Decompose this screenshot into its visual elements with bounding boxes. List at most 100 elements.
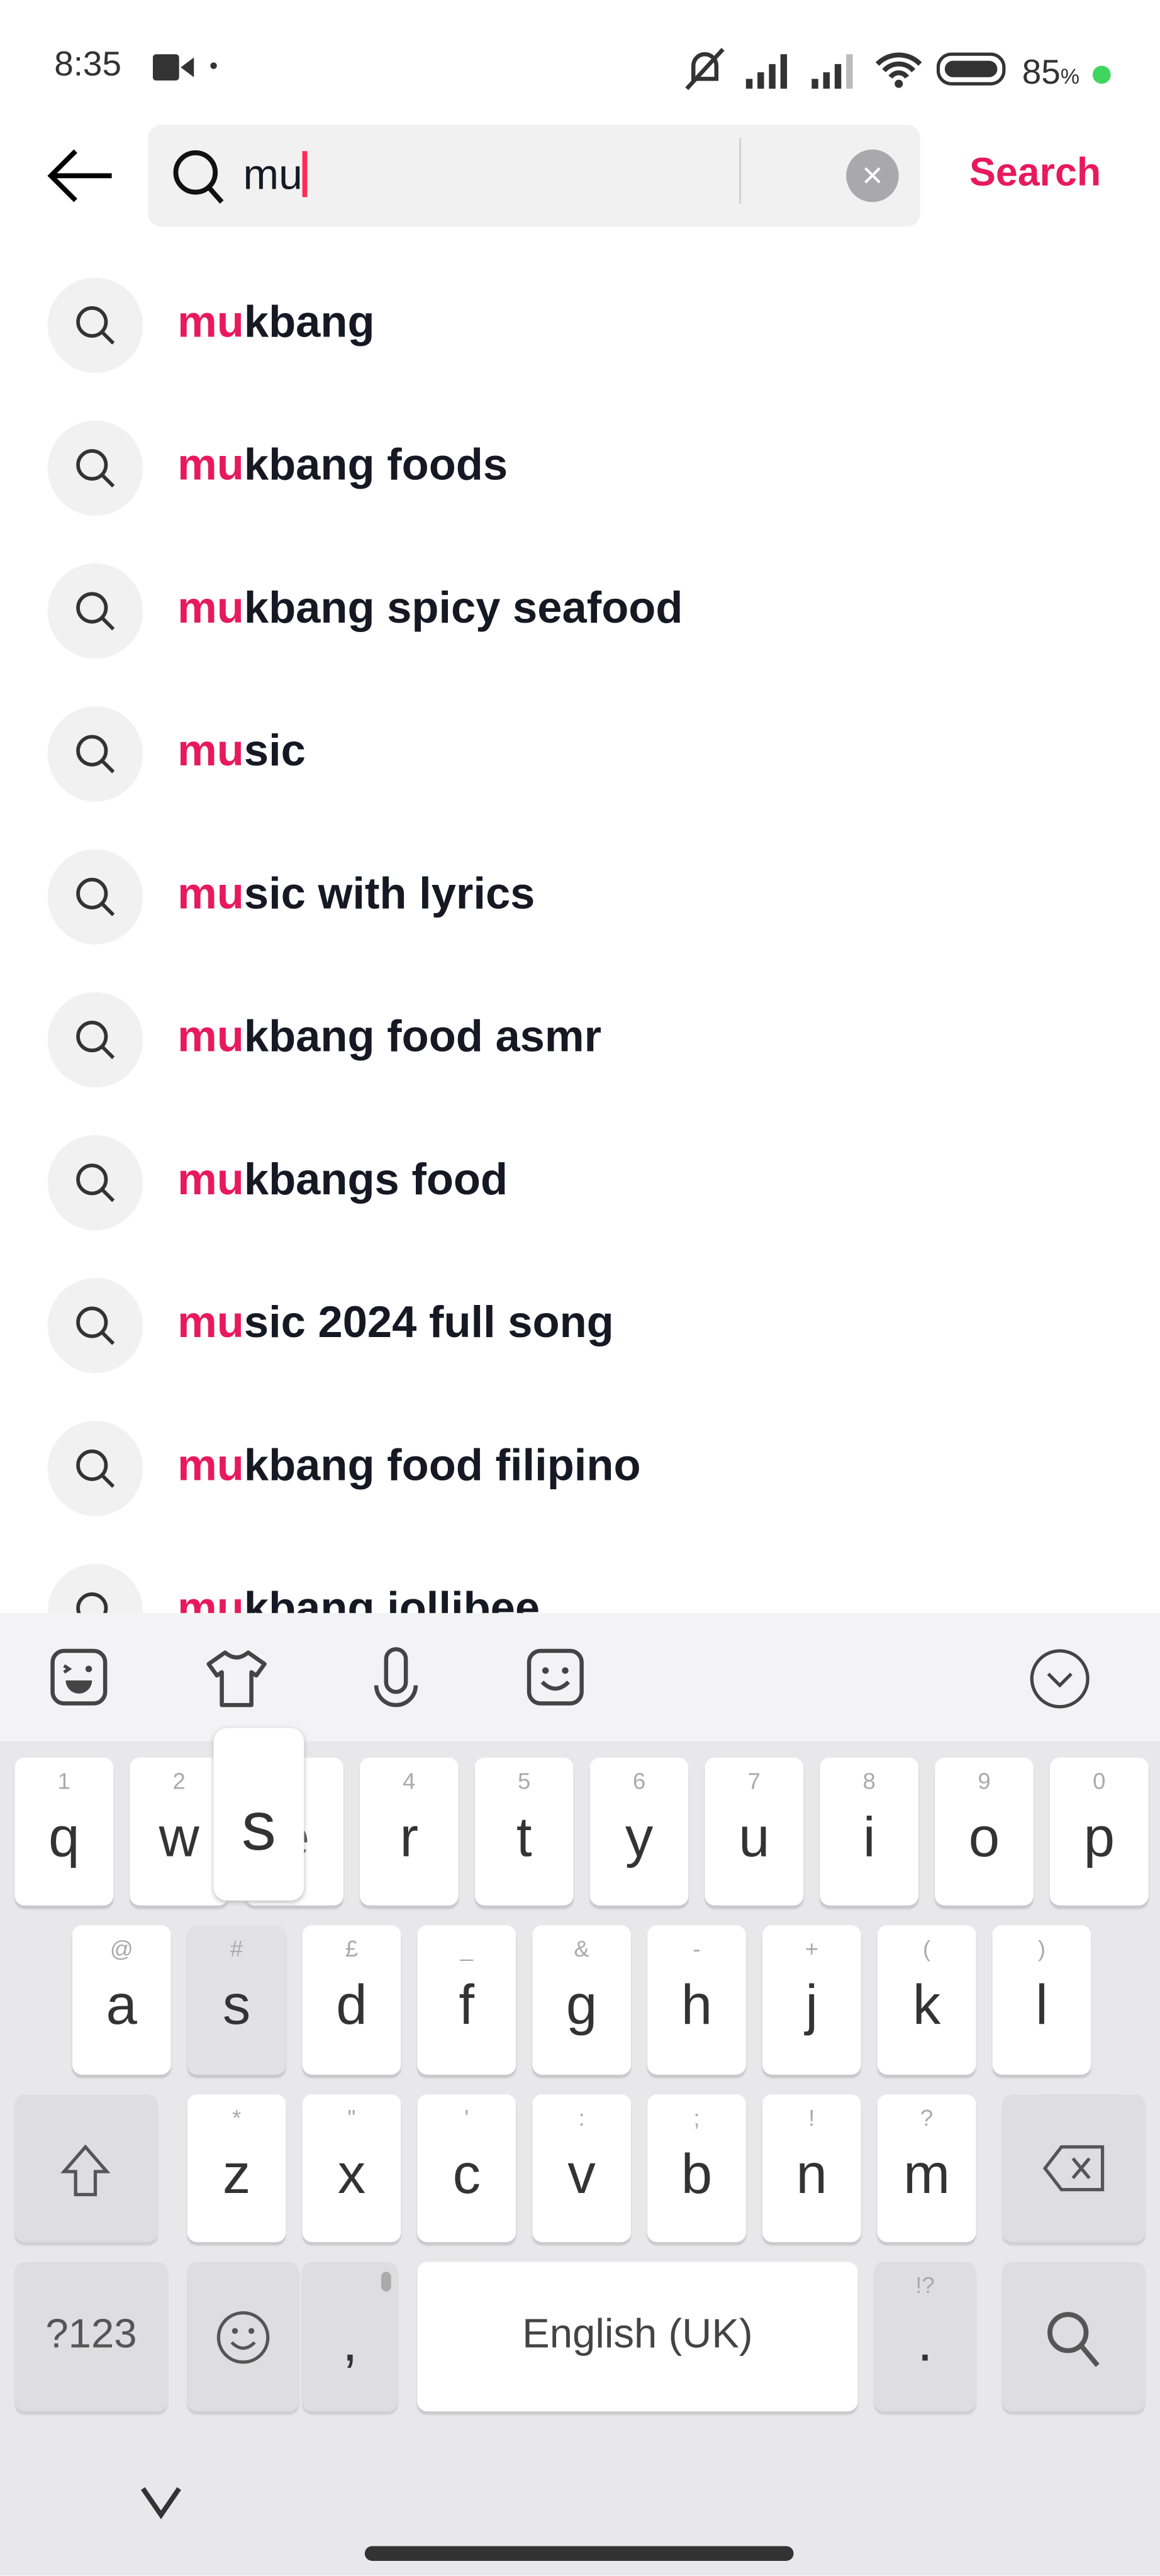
suggestion-item[interactable]: mukbang food filipino [0, 1421, 1160, 1611]
status-time: 8:35 [54, 46, 121, 84]
key-secondary-label: 1 [57, 1767, 71, 1794]
search-icon [47, 1421, 143, 1516]
key-m[interactable]: ? m [877, 2094, 976, 2243]
key-secondary-label: : [578, 2104, 585, 2131]
suggestion-text: mukbangs food [177, 1155, 508, 1206]
key-secondary-label: & [574, 1935, 589, 1962]
key-label: q [48, 1807, 80, 1870]
shift-icon [59, 2144, 112, 2208]
clear-icon[interactable]: × [846, 149, 899, 203]
key-b[interactable]: ; b [647, 2094, 746, 2243]
key-label: , [342, 2311, 358, 2374]
key-g[interactable]: & g [532, 1925, 631, 2075]
comma-key[interactable]: , [302, 2262, 398, 2412]
search-icon [47, 563, 143, 659]
suggestion-rest: kbangs food [243, 1155, 508, 1204]
theme-shirt-icon[interactable] [204, 1646, 269, 1711]
key-secondary-label: * [231, 2104, 242, 2131]
key-t[interactable]: 5t [474, 1757, 574, 1906]
key-n[interactable]: ! n [762, 2094, 861, 2243]
search-icon [47, 420, 143, 516]
key-z[interactable]: * z [187, 2094, 286, 2243]
key-label: . [917, 2311, 933, 2374]
key-label: n [796, 2143, 827, 2206]
sticker-icon[interactable] [46, 1646, 111, 1711]
suggestion-text: music [177, 726, 306, 777]
suggestion-text: mukbang food asmr [177, 1012, 601, 1063]
battery-icon [936, 51, 1009, 97]
suggestion-text: mukbang [177, 297, 374, 348]
key-r[interactable]: 4r [360, 1757, 459, 1906]
key-s[interactable]: # s [187, 1925, 286, 2075]
key-label: r [399, 1807, 419, 1870]
key-x[interactable]: " x [302, 2094, 401, 2243]
key-f[interactable]: _ f [417, 1925, 516, 2075]
suggestion-match: mu [177, 869, 244, 919]
suggestion-match: mu [177, 1297, 244, 1347]
emoji-sticker-icon[interactable] [523, 1646, 588, 1711]
key-i[interactable]: 8i [820, 1757, 919, 1906]
key-j[interactable]: + j [762, 1925, 861, 2075]
backspace-key[interactable] [1002, 2094, 1146, 2243]
suggestion-match: mu [177, 297, 244, 347]
key-label: z [222, 2143, 251, 2206]
battery-level: 85% [1022, 54, 1080, 92]
suggestion-text: music with lyrics [177, 869, 535, 920]
key-u[interactable]: 7u [705, 1757, 804, 1906]
suggestion-rest: sic [243, 726, 306, 775]
suggestion-item[interactable]: mukbang [0, 277, 1160, 468]
emoji-icon [214, 2308, 273, 2375]
key-secondary-label: ) [1037, 1935, 1046, 1962]
video-icon [152, 53, 196, 92]
key-d[interactable]: £ d [302, 1925, 401, 2075]
suggestion-item[interactable]: mukbang food asmr [0, 992, 1160, 1182]
key-secondary-label: ! [808, 2104, 815, 2131]
suggestion-text: mukbang foods [177, 440, 508, 491]
key-label: s [222, 1974, 251, 2037]
home-indicator[interactable] [364, 2546, 794, 2561]
key-label: p [1083, 1807, 1115, 1870]
microphone-icon[interactable] [363, 1646, 428, 1711]
suggestion-text: mukbang spicy seafood [177, 583, 683, 634]
key-secondary-label: ; [693, 2104, 700, 2131]
key-c[interactable]: ' c [417, 2094, 516, 2243]
key-label: x [337, 2143, 366, 2206]
key-o[interactable]: 9o [935, 1757, 1034, 1906]
search-icon [47, 706, 143, 802]
suggestion-rest: kbang food filipino [243, 1440, 641, 1490]
keyboard-search-key[interactable] [1002, 2262, 1146, 2412]
search-button[interactable]: Search [969, 151, 1101, 197]
key-v[interactable]: :v [532, 2094, 631, 2243]
mute-icon [681, 46, 730, 102]
key-secondary-label: 7 [747, 1767, 761, 1794]
key-k[interactable]: (k [877, 1925, 976, 2075]
key-a[interactable]: @ a [72, 1925, 171, 2075]
collapse-chevron-icon[interactable] [1027, 1646, 1092, 1711]
key-h[interactable]: -h [647, 1925, 746, 2075]
key-label: d [336, 1974, 367, 2037]
key-l[interactable]: ) l [992, 1925, 1091, 2075]
suggestion-text: mukbang food filipino [177, 1441, 640, 1492]
key-secondary-label: ( [922, 1935, 931, 1962]
suggestion-rest: kbang food asmr [243, 1011, 602, 1062]
shift-key[interactable] [14, 2094, 158, 2243]
suggestion-item[interactable]: music [0, 706, 1160, 897]
suggestion-item[interactable]: mukbang spicy seafood [0, 563, 1160, 754]
search-input[interactable]: mu × [148, 125, 920, 227]
period-key[interactable]: !?. [874, 2262, 976, 2412]
nav-chevron-down-icon[interactable] [138, 2484, 184, 2528]
back-arrow-icon[interactable] [46, 148, 115, 212]
key-q[interactable]: 1q [14, 1757, 114, 1906]
dot-icon [210, 62, 217, 69]
key-y[interactable]: 6y [589, 1757, 689, 1906]
space-key[interactable]: English (UK) [417, 2262, 858, 2412]
emoji-key[interactable] [187, 2262, 299, 2412]
text-caret [302, 151, 307, 197]
key-p[interactable]: 0p [1050, 1757, 1149, 1906]
key-secondary-label: 6 [632, 1767, 646, 1794]
key-label: a [106, 1974, 137, 2037]
status-bar: 8:35 85% [0, 40, 1160, 92]
suggestion-match: mu [177, 1155, 244, 1204]
text-cursor-icon [739, 138, 742, 204]
symbols-key[interactable]: ?123 [14, 2262, 168, 2412]
